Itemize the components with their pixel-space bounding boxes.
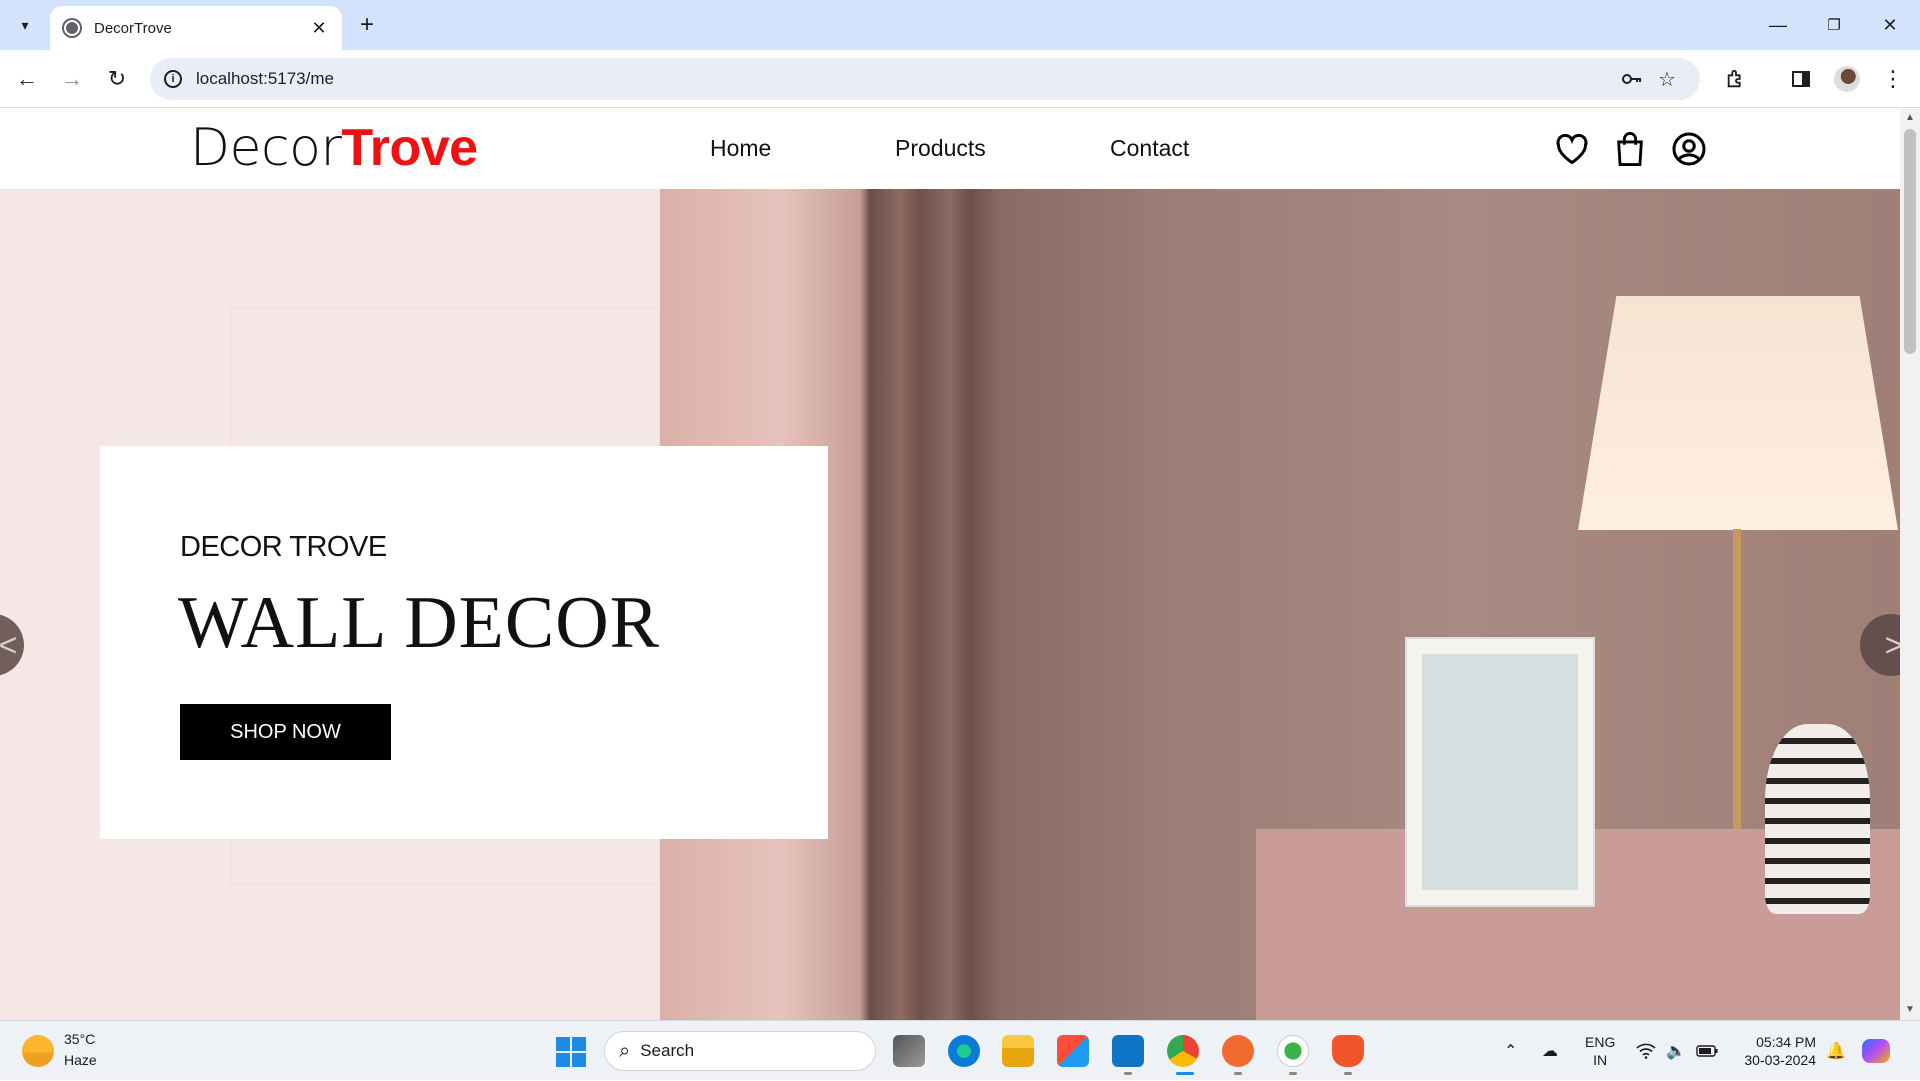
- hero-kicker: DECOR TROVE: [180, 531, 387, 563]
- scroll-thumb[interactable]: [1904, 129, 1916, 354]
- nav-products[interactable]: Products: [895, 135, 986, 162]
- windows-taskbar: 35°C Haze ⌕ Search ⌃ ☁ ENG IN 🔈 05:34 PM…: [0, 1020, 1920, 1080]
- heart-icon[interactable]: [1552, 129, 1592, 169]
- nav-contact[interactable]: Contact: [1110, 135, 1189, 162]
- volume-icon[interactable]: 🔈: [1666, 1021, 1686, 1081]
- brave-icon[interactable]: [1332, 1035, 1364, 1067]
- onedrive-cloud-icon[interactable]: ☁: [1542, 1021, 1558, 1081]
- globe-icon: [62, 18, 82, 38]
- minimize-button[interactable]: —: [1750, 0, 1806, 50]
- extensions-icon[interactable]: [1719, 62, 1753, 96]
- weather-temperature[interactable]: 35°C: [64, 1031, 95, 1047]
- running-indicator: [1234, 1072, 1242, 1075]
- scroll-down-icon[interactable]: ▼: [1904, 1004, 1916, 1016]
- page-scrollbar[interactable]: ▲ ▼: [1900, 109, 1920, 1020]
- tab-title: DecorTrove: [94, 19, 172, 37]
- browser-tab[interactable]: DecorTrove ✕: [50, 6, 342, 50]
- running-indicator: [1344, 1072, 1352, 1075]
- chrome-menu-icon[interactable]: ⋮: [1876, 62, 1910, 96]
- running-indicator: [1289, 1072, 1297, 1075]
- browser-tabstrip: ▾ DecorTrove ✕ + — ❐ ✕: [0, 0, 1920, 50]
- tab-close-icon[interactable]: ✕: [308, 18, 330, 39]
- postman-icon[interactable]: [1222, 1035, 1254, 1067]
- site-info-icon[interactable]: i: [164, 70, 182, 88]
- chevron-right-icon: >: [1884, 626, 1900, 663]
- browser-toolbar: ← → ↻ i localhost:5173/me ☆ ⋮: [0, 50, 1920, 108]
- password-key-icon[interactable]: [1620, 58, 1644, 100]
- site-logo[interactable]: DecorTrove: [190, 122, 478, 174]
- clock-date: 30-03-2024: [1744, 1052, 1816, 1068]
- language-indicator[interactable]: ENG IN: [1585, 1033, 1615, 1069]
- scroll-up-icon[interactable]: ▲: [1904, 112, 1916, 124]
- shop-now-button[interactable]: SHOP NOW: [180, 704, 391, 760]
- bear-picture: [1422, 654, 1578, 890]
- hero-title: WALL DECOR: [178, 582, 661, 664]
- hero-carousel: DECOR TROVE WALL DECOR SHOP NOW < >: [0, 189, 1900, 1020]
- file-explorer-icon[interactable]: [1002, 1035, 1034, 1067]
- chrome-icon[interactable]: [1167, 1035, 1199, 1067]
- copilot-icon[interactable]: [1862, 1021, 1890, 1081]
- vscode-icon[interactable]: [1112, 1035, 1144, 1067]
- microsoft-store-icon[interactable]: [1057, 1035, 1089, 1067]
- back-button[interactable]: ←: [10, 62, 44, 96]
- avatar: [1834, 66, 1860, 92]
- reload-button[interactable]: ↻: [100, 62, 134, 96]
- lamp-shade: [1578, 296, 1898, 530]
- language-code: ENG: [1585, 1034, 1616, 1050]
- profile-avatar[interactable]: [1830, 62, 1864, 96]
- running-indicator: [1124, 1072, 1132, 1075]
- user-icon[interactable]: [1669, 129, 1709, 169]
- region-code: IN: [1593, 1052, 1608, 1068]
- logo-part-trove: Trove: [341, 119, 478, 177]
- shopping-bag-icon[interactable]: [1610, 129, 1650, 169]
- forward-button[interactable]: →: [55, 62, 89, 96]
- tab-search-chevron-icon[interactable]: ▾: [10, 10, 40, 40]
- page-viewport: DecorTrove Home Products Contact DECOR T…: [0, 109, 1900, 1020]
- logo-part-decor: Decor: [190, 118, 342, 178]
- hero-image: [660, 189, 1900, 1020]
- edge-icon[interactable]: [948, 1035, 980, 1067]
- taskbar-search-label: Search: [640, 1041, 695, 1060]
- wifi-icon[interactable]: [1636, 1021, 1656, 1081]
- nav-home[interactable]: Home: [710, 135, 771, 162]
- picture-frame: [1405, 637, 1595, 907]
- clock-time: 05:34 PM: [1756, 1034, 1816, 1050]
- battery-icon[interactable]: [1696, 1021, 1718, 1081]
- copilot-logo: [1862, 1039, 1890, 1063]
- taskbar-search[interactable]: ⌕ Search: [604, 1031, 876, 1071]
- side-panel-icon[interactable]: [1784, 62, 1818, 96]
- lamp-stem: [1733, 529, 1741, 869]
- site-header: DecorTrove Home Products Contact: [0, 109, 1900, 189]
- active-indicator: [1176, 1072, 1194, 1075]
- close-window-button[interactable]: ✕: [1862, 0, 1918, 50]
- restore-button[interactable]: ❐: [1806, 0, 1862, 50]
- notification-bell-icon[interactable]: 🔔: [1826, 1021, 1846, 1081]
- tray-overflow-chevron-icon[interactable]: ⌃: [1504, 1021, 1517, 1081]
- mongodb-compass-icon[interactable]: [1277, 1035, 1309, 1067]
- bookmark-star-icon[interactable]: ☆: [1658, 58, 1676, 100]
- address-bar[interactable]: i localhost:5173/me ☆: [150, 58, 1700, 100]
- weather-condition[interactable]: Haze: [64, 1052, 97, 1068]
- windows-start-icon[interactable]: [556, 1037, 586, 1067]
- system-clock[interactable]: 05:34 PM 30-03-2024: [1736, 1033, 1816, 1069]
- chevron-left-icon: <: [0, 626, 18, 663]
- striped-vase: [1765, 724, 1870, 914]
- hero-card: DECOR TROVE WALL DECOR SHOP NOW: [100, 446, 828, 839]
- url-text[interactable]: localhost:5173/me: [196, 69, 334, 89]
- new-tab-button[interactable]: +: [352, 10, 382, 40]
- weather-haze-icon[interactable]: [22, 1035, 54, 1067]
- task-view-icon[interactable]: [893, 1035, 925, 1067]
- search-icon: ⌕: [619, 1039, 631, 1062]
